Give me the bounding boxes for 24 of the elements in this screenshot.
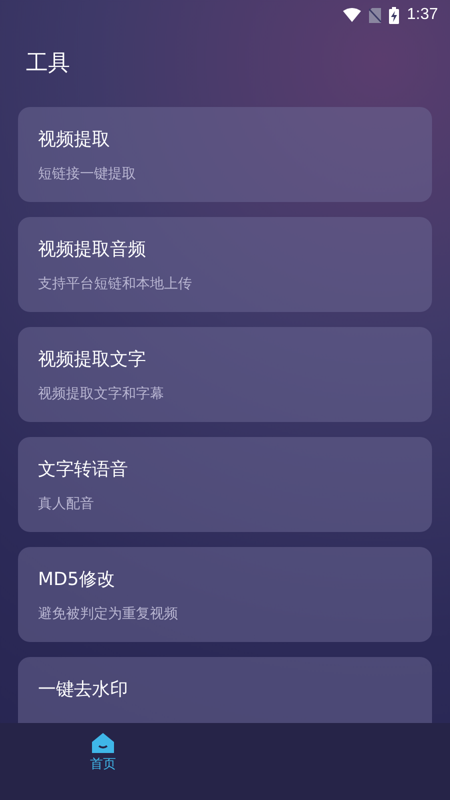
nav-tab[interactable]: 首页 <box>90 733 116 773</box>
tool-title: 视频提取文字 <box>38 348 146 371</box>
battery-charging-icon <box>388 6 399 24</box>
tool-card[interactable]: 文字转语音 真人配音 <box>18 437 432 532</box>
status-time: 1:37 <box>406 6 438 24</box>
tool-title: 视频提取音频 <box>38 238 146 261</box>
tool-subtitle: 视频提取文字和字幕 <box>38 385 164 403</box>
tool-title: MD5修改 <box>38 568 115 591</box>
tool-subtitle: 支持平台短链和本地上传 <box>38 275 192 293</box>
wifi-icon <box>342 8 361 22</box>
tool-subtitle: 避免被判定为重复视频 <box>38 605 178 623</box>
tool-title: 视频提取 <box>38 128 110 151</box>
tool-card[interactable]: MD5修改 避免被判定为重复视频 <box>18 547 432 642</box>
tool-subtitle: 短链接一键提取 <box>38 165 136 183</box>
home-icon <box>92 733 114 753</box>
tool-subtitle: 真人配音 <box>38 495 94 513</box>
no-sim-icon <box>368 8 381 22</box>
tool-title: 文字转语音 <box>38 458 128 481</box>
tool-card[interactable]: 视频提取 短链接一键提取 <box>18 107 432 202</box>
tool-card[interactable]: 视频提取文字 视频提取文字和字幕 <box>18 327 432 422</box>
tool-card[interactable]: 一键去水印 <box>18 657 432 723</box>
page-title: 工具 <box>25 50 71 78</box>
tool-card[interactable]: 视频提取音频 支持平台短链和本地上传 <box>18 217 432 312</box>
tool-title: 一键去水印 <box>38 678 128 701</box>
